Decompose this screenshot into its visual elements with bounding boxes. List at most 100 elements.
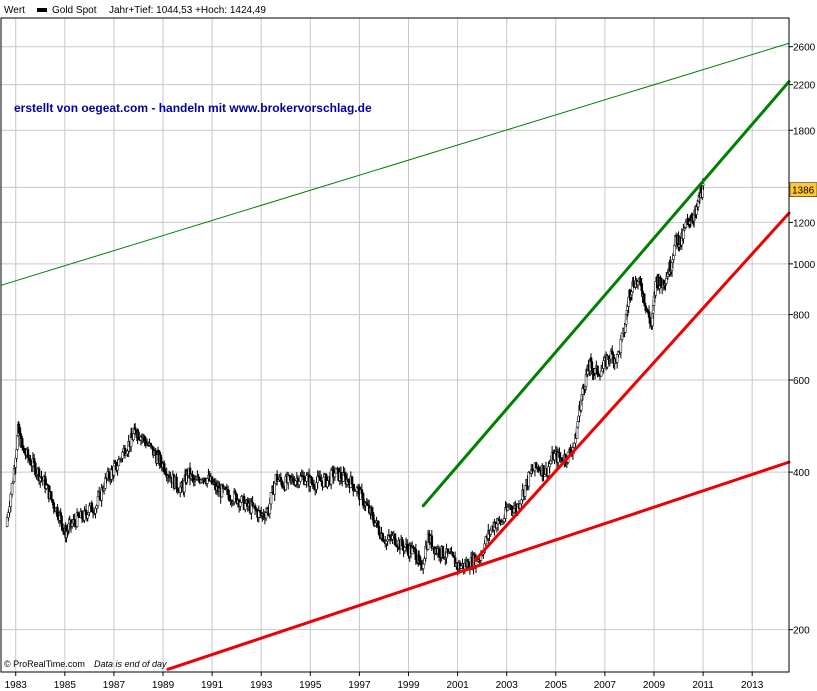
candle-body: [56, 507, 59, 517]
candle-body: [205, 478, 209, 484]
candle-body: [322, 476, 326, 487]
candle-body: [176, 488, 179, 492]
candle-body: [126, 450, 129, 455]
y-tick-label: 800: [793, 311, 810, 322]
candle-body: [116, 465, 119, 471]
candle-body: [537, 467, 540, 470]
candle-body: [137, 431, 140, 439]
footer-note: Data is end of day: [94, 659, 167, 669]
candle-body: [95, 505, 98, 509]
candle-body: [305, 475, 308, 482]
candle-body: [560, 457, 564, 462]
candle-body: [226, 489, 230, 496]
candle-body: [548, 463, 551, 468]
candle-body: [50, 491, 53, 500]
candle-body: [393, 533, 397, 545]
candle-body: [423, 558, 426, 565]
candle-body: [329, 469, 333, 485]
candle-body: [361, 493, 365, 506]
x-tick-label: 1997: [348, 680, 371, 691]
candle-body: [510, 505, 513, 511]
candle-body: [569, 449, 572, 453]
candle-body: [495, 523, 499, 529]
candle-body: [277, 479, 280, 482]
candle-body: [210, 476, 214, 485]
candle-body: [619, 339, 623, 353]
candle-body: [406, 543, 409, 550]
candle-body: [343, 472, 346, 476]
candle-body: [401, 539, 404, 547]
candle-body: [60, 515, 63, 524]
candle-body: [86, 514, 89, 519]
candle-body: [21, 438, 24, 446]
candle-body: [162, 463, 166, 473]
candle-body: [672, 255, 675, 260]
candle-body: [5, 517, 9, 527]
candle-body: [107, 471, 111, 479]
x-tick-label: 1985: [54, 680, 77, 691]
candle-body: [112, 465, 116, 476]
candle-body: [643, 303, 647, 307]
header-label: Wert: [4, 5, 25, 16]
x-tick-label: 1983: [5, 680, 28, 691]
candle-body: [61, 523, 64, 531]
candle-body: [665, 278, 668, 284]
candle-body: [437, 548, 441, 557]
header-series-name: Gold Spot: [52, 5, 97, 16]
y-tick-label: 600: [793, 376, 810, 387]
candle-body: [371, 512, 375, 521]
trendlines: [0, 42, 791, 671]
candle-body: [350, 476, 354, 485]
candle-body: [370, 507, 373, 513]
candle-body: [26, 449, 30, 458]
candle-body: [523, 485, 527, 497]
candle-body: [21, 445, 25, 449]
candle-body: [29, 459, 32, 465]
candle-body: [315, 482, 318, 490]
candle-body: [381, 533, 384, 542]
candle-body: [388, 535, 392, 538]
candle-body: [269, 492, 273, 505]
candle-body: [23, 448, 26, 454]
candle-body: [452, 555, 456, 558]
x-tick-label: 2001: [446, 680, 469, 691]
y-tick-label: 1800: [793, 126, 816, 137]
candle-body: [73, 519, 76, 523]
chart-header: Wert Gold Spot Jahr+Tief: 1044,53 +Hoch:…: [4, 5, 266, 16]
candle-body: [441, 545, 445, 558]
candle-body: [460, 565, 463, 569]
candle-body: [520, 499, 523, 505]
candle-body: [191, 474, 194, 478]
x-tick-label: 1993: [250, 680, 273, 691]
candle-body: [391, 535, 394, 540]
candle-body: [104, 477, 107, 489]
candle-body: [124, 453, 128, 456]
candle-body: [175, 476, 178, 489]
candle-body: [164, 471, 167, 475]
candle-body: [51, 499, 54, 503]
candle-body: [298, 481, 301, 485]
candle-body: [34, 462, 37, 476]
candle-body: [601, 368, 604, 372]
candle-body: [27, 457, 31, 461]
candle-body: [636, 281, 640, 286]
candle-body: [547, 466, 550, 476]
candle-body: [527, 471, 531, 487]
trendline-long-term-green-channel-top: [0, 42, 790, 286]
candle-body: [385, 540, 388, 544]
x-tick-label: 1995: [299, 680, 322, 691]
candle-body: [310, 477, 313, 484]
candle-body: [159, 454, 162, 463]
candle-body: [558, 452, 561, 458]
candle-body: [15, 449, 18, 459]
candle-body: [593, 368, 597, 374]
candle-body: [553, 453, 556, 461]
y-tick-label: 1200: [793, 218, 816, 229]
candle-body: [451, 552, 454, 556]
candle-body: [639, 278, 642, 284]
candle-body: [294, 480, 297, 486]
footer-source: © ProRealTime.com: [4, 659, 85, 669]
candle-body: [534, 462, 538, 469]
candle-body: [352, 483, 355, 491]
candle-body: [489, 529, 492, 535]
